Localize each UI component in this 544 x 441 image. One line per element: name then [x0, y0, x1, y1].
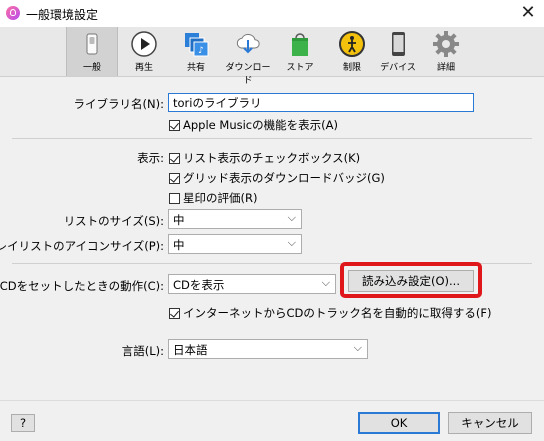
title-bar: 一般環境設定 ✕ [0, 0, 544, 27]
divider [12, 138, 532, 139]
playlist-icon-size-select[interactable]: 中 ⌵ [168, 234, 302, 254]
tab-general-label: 一般 [82, 63, 101, 73]
list-checkbox-option-label: リスト表示のチェックボックス(K) [183, 151, 361, 165]
itunes-app-icon [6, 6, 20, 20]
display-label: 表示: [137, 151, 164, 165]
chevron-down-icon: ⌵ [287, 211, 296, 224]
download-icon [236, 33, 260, 54]
cd-action-label: CDをセットしたときの動作(C): [0, 279, 164, 293]
list-checkbox-option[interactable]: リスト表示のチェックボックス(K) [169, 150, 360, 166]
list-size-label: リストのサイズ(S): [63, 214, 164, 228]
footer-divider [0, 400, 544, 401]
tab-downloads-label: ダウンロード [225, 63, 271, 86]
checkbox-checked-icon [169, 152, 180, 164]
svg-text:♪: ♪ [198, 46, 204, 56]
close-icon[interactable]: ✕ [514, 1, 542, 25]
grid-badge-checkbox-label: グリッド表示のダウンロードバッジ(G) [183, 171, 385, 185]
checkbox-unchecked-icon [169, 192, 180, 204]
chevron-down-icon: ⌵ [353, 341, 362, 354]
playlist-icon-size-label: プレイリストのアイコンサイズ(P): [0, 239, 164, 253]
cd-track-names-checkbox-label: インターネットからCDのトラック名を自動的に取得する(F) [183, 306, 492, 320]
checkbox-checked-icon [169, 172, 180, 184]
tab-advanced-label: 詳細 [436, 63, 455, 73]
language-value: 日本語 [173, 343, 208, 357]
list-size-value: 中 [173, 213, 185, 227]
tab-store[interactable]: ストア [274, 27, 326, 76]
device-icon [392, 32, 405, 56]
ok-button[interactable]: OK [358, 412, 440, 434]
preferences-toolbar: 一般 再生 ♪ 共有 ダウンロード ストア 制限 デバイス 詳細 [0, 27, 544, 86]
star-rating-checkbox[interactable]: 星印の評価(R) [169, 190, 257, 206]
tab-devices[interactable]: デバイス [372, 27, 424, 76]
language-select[interactable]: 日本語 ⌵ [168, 339, 368, 359]
tab-playback-label: 再生 [134, 63, 153, 73]
language-label: 言語(L): [121, 344, 164, 358]
tab-sharing[interactable]: ♪ 共有 [170, 27, 222, 76]
store-bag-icon [292, 33, 308, 56]
tab-store-label: ストア [286, 63, 314, 73]
play-icon [131, 31, 157, 57]
chevron-down-icon: ⌵ [287, 236, 296, 249]
switch-icon [86, 33, 98, 55]
tab-general[interactable]: 一般 [66, 27, 118, 76]
tab-downloads[interactable]: ダウンロード [222, 27, 274, 86]
tab-playback[interactable]: 再生 [118, 27, 170, 76]
chevron-down-icon: ⌵ [321, 276, 330, 289]
grid-badge-checkbox[interactable]: グリッド表示のダウンロードバッジ(G) [169, 170, 385, 186]
restrictions-icon [339, 31, 365, 57]
tab-sharing-label: 共有 [186, 63, 205, 73]
playlist-icon-size-value: 中 [173, 238, 185, 252]
library-name-input[interactable]: toriのライブラリ [168, 93, 474, 112]
gear-icon [433, 31, 459, 57]
tab-devices-label: デバイス [380, 63, 416, 73]
highlight-annotation [340, 262, 482, 298]
apple-music-checkbox[interactable]: Apple Musicの機能を表示(A) [169, 117, 338, 133]
star-rating-checkbox-label: 星印の評価(R) [183, 191, 258, 205]
help-button[interactable]: ? [11, 414, 35, 432]
checkbox-checked-icon [169, 307, 180, 319]
list-size-select[interactable]: 中 ⌵ [168, 209, 302, 229]
cd-track-names-checkbox[interactable]: インターネットからCDのトラック名を自動的に取得する(F) [169, 305, 491, 321]
cancel-button[interactable]: キャンセル [448, 412, 532, 434]
share-icon: ♪ [185, 33, 209, 57]
library-name-label: ライブラリ名(N): [73, 97, 164, 111]
cd-action-value: CDを表示 [173, 278, 225, 292]
window-title: 一般環境設定 [26, 8, 99, 22]
apple-music-checkbox-label: Apple Musicの機能を表示(A) [183, 118, 338, 132]
tab-advanced[interactable]: 詳細 [420, 27, 472, 76]
tab-restrictions-label: 制限 [342, 63, 361, 73]
cd-action-select[interactable]: CDを表示 ⌵ [168, 274, 336, 294]
tab-restrictions[interactable]: 制限 [326, 27, 378, 76]
checkbox-checked-icon [169, 119, 180, 131]
